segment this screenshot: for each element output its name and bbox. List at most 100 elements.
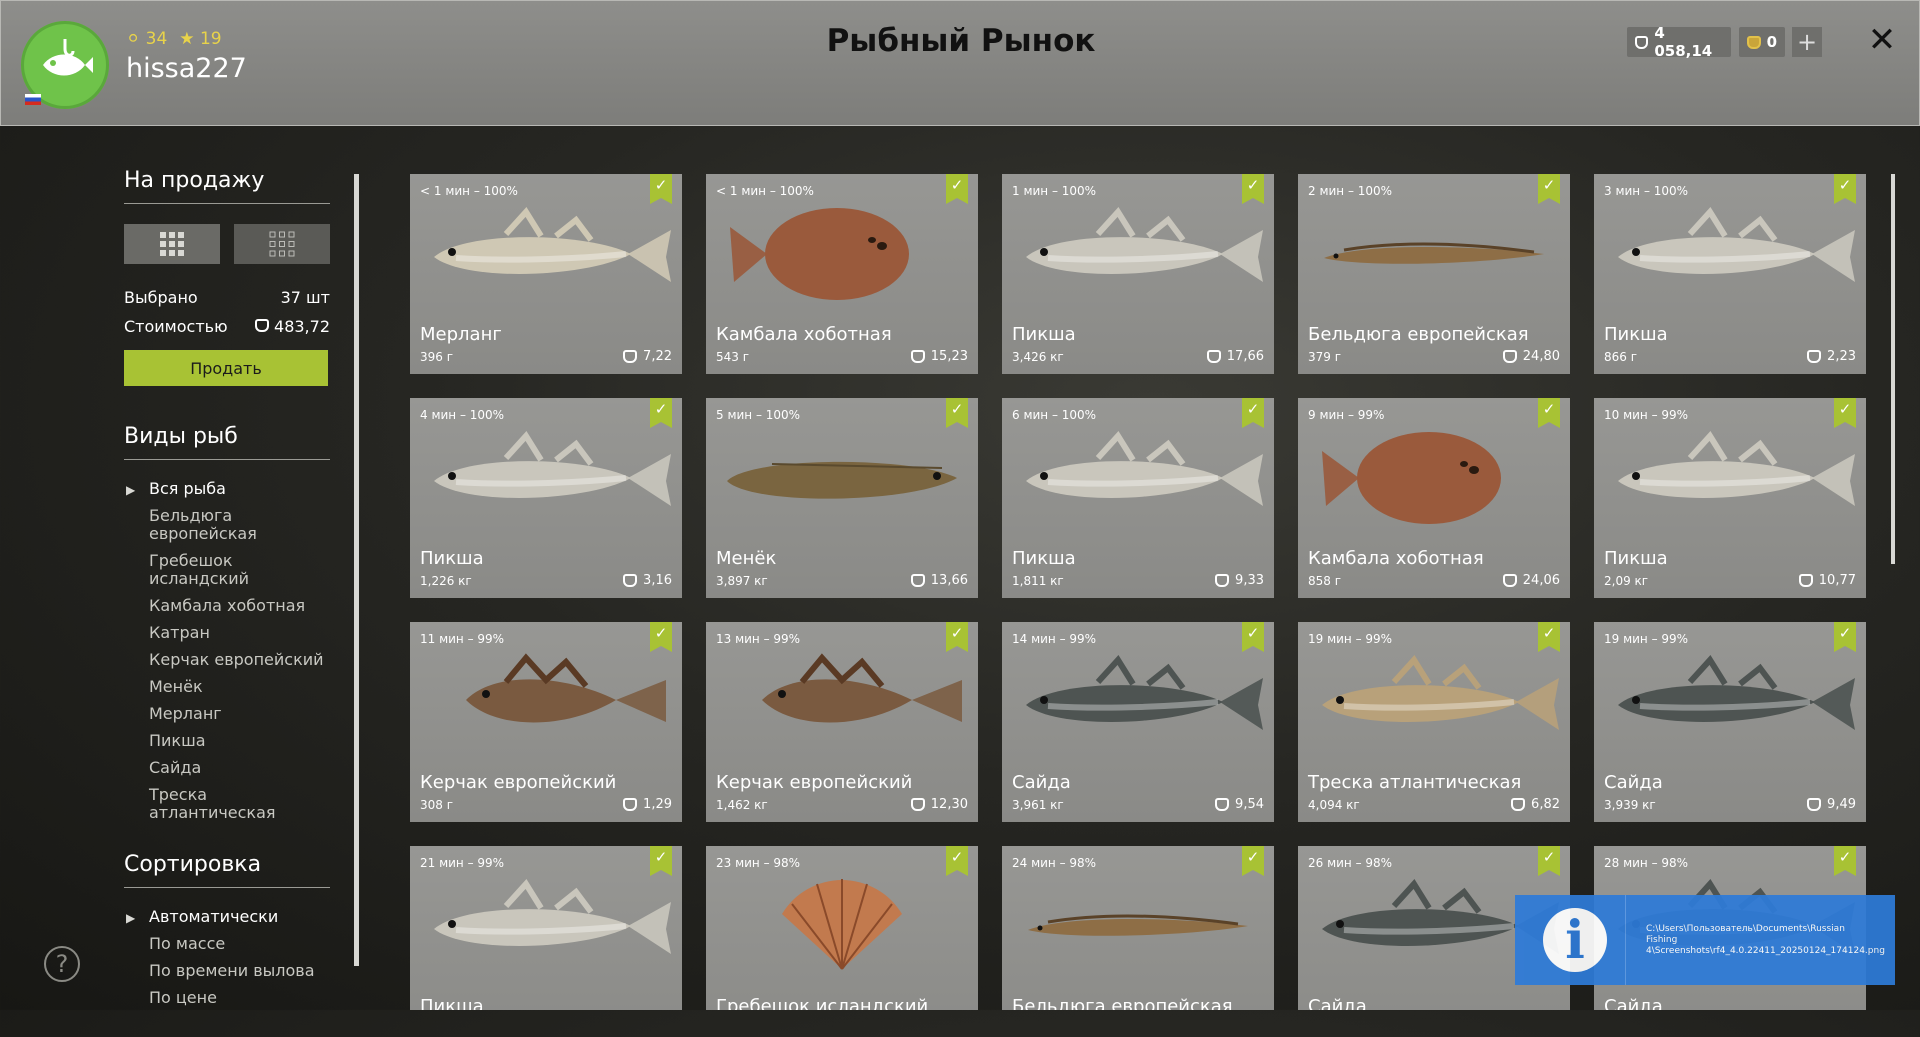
selected-check-icon[interactable]: ✓ — [650, 846, 672, 876]
selected-check-icon[interactable]: ✓ — [1834, 174, 1856, 204]
add-gold-button[interactable]: + — [1792, 27, 1822, 57]
fish-name: Сайда — [1012, 772, 1071, 793]
selected-check-icon[interactable]: ✓ — [1242, 174, 1264, 204]
fish-weight: 1,462 кг — [716, 798, 768, 812]
screenshot-notification[interactable]: i C:\Users\Пользователь\Documents\Russia… — [1515, 895, 1895, 985]
cost-row: Стоимостью 483,72 — [124, 317, 330, 336]
species-filter-item[interactable]: Мерланг — [124, 705, 330, 723]
fish-card[interactable]: < 1 мин – 100% ✓ Мерланг 396 г 7,22 — [410, 174, 682, 374]
species-filter-item[interactable]: Бельдюга европейская — [124, 507, 330, 543]
fish-price: 6,82 — [1511, 797, 1560, 812]
fish-haddock-icon — [1026, 207, 1263, 282]
fish-name: Сайда — [1604, 772, 1663, 793]
selected-check-icon[interactable]: ✓ — [1834, 846, 1856, 876]
selected-check-icon[interactable]: ✓ — [1242, 846, 1264, 876]
species-filter-item[interactable]: Треска атлантическая — [124, 786, 330, 822]
help-button[interactable]: ? — [44, 946, 80, 982]
fish-card[interactable]: < 1 мин – 100% ✓ Камбала хоботная 543 г … — [706, 174, 978, 374]
fish-card[interactable]: 23 мин – 98% ✓ Гребешок исландский — [706, 846, 978, 1010]
fish-card[interactable]: 9 мин – 99% ✓ Камбала хоботная 858 г 24,… — [1298, 398, 1570, 598]
selected-check-icon[interactable]: ✓ — [1834, 398, 1856, 428]
fish-name: Пикша — [1604, 324, 1668, 345]
catch-time: 28 мин – 98% — [1604, 856, 1689, 870]
species-filter-item[interactable]: Менёк — [124, 678, 330, 696]
fish-card[interactable]: 19 мин – 99% ✓ Сайда 3,939 кг 9,49 — [1594, 622, 1866, 822]
silver-coin-icon — [623, 574, 638, 587]
species-filter-item[interactable]: Гребешок исландский — [124, 552, 330, 588]
fish-card[interactable]: 1 мин – 100% ✓ Пикша 3,426 кг 17,66 — [1002, 174, 1274, 374]
selected-check-icon[interactable]: ✓ — [1538, 846, 1560, 876]
notification-divider — [1625, 895, 1626, 985]
selected-check-icon[interactable]: ✓ — [650, 622, 672, 652]
fish-card[interactable]: 2 мин – 100% ✓ Бельдюга европейская 379 … — [1298, 174, 1570, 374]
fish-name: Керчак европейский — [716, 772, 913, 793]
fish-card[interactable]: 19 мин – 99% ✓ Треска атлантическая 4,09… — [1298, 622, 1570, 822]
selected-check-icon[interactable]: ✓ — [1538, 174, 1560, 204]
catch-time: < 1 мин – 100% — [420, 184, 518, 198]
fish-card[interactable]: 14 мин – 99% ✓ Сайда 3,961 кг 9,54 — [1002, 622, 1274, 822]
fish-name: Сайда — [1308, 996, 1367, 1010]
fish-card[interactable]: 6 мин – 100% ✓ Пикша 1,811 кг 9,33 — [1002, 398, 1274, 598]
sort-option-item[interactable]: По времени вылова — [124, 962, 330, 980]
fish-card[interactable]: 4 мин – 100% ✓ Пикша 1,226 кг 3,16 — [410, 398, 682, 598]
notification-text: C:\Users\Пользователь\Documents\Russian … — [1646, 923, 1885, 956]
selected-check-icon[interactable]: ✓ — [650, 174, 672, 204]
sort-option-item[interactable]: Автоматически — [124, 908, 330, 928]
selected-check-icon[interactable]: ✓ — [1538, 398, 1560, 428]
species-filter-item[interactable]: Керчак европейский — [124, 651, 330, 669]
fish-card[interactable]: 11 мин – 99% ✓ Керчак европейский 308 г … — [410, 622, 682, 822]
gold-coin-icon — [1747, 35, 1761, 49]
species-filter-item[interactable]: Камбала хоботная — [124, 597, 330, 615]
view-toggle — [124, 224, 330, 264]
selected-check-icon[interactable]: ✓ — [1834, 622, 1856, 652]
for-sale-title: На продажу — [124, 168, 330, 204]
fish-weight: 866 г — [1604, 350, 1638, 364]
fish-tusk-icon — [727, 461, 957, 499]
selected-check-icon[interactable]: ✓ — [1242, 622, 1264, 652]
selected-check-icon[interactable]: ✓ — [1538, 622, 1560, 652]
silver-coin-icon — [1807, 350, 1822, 363]
silver-coin-icon — [1798, 574, 1813, 587]
fish-weight: 308 г — [420, 798, 454, 812]
sell-button[interactable]: Продать — [124, 350, 328, 386]
sort-option-item[interactable]: По массе — [124, 935, 330, 953]
cost-label: Стоимостью — [124, 317, 228, 336]
fish-weight: 1,811 кг — [1012, 574, 1064, 588]
selected-check-icon[interactable]: ✓ — [650, 398, 672, 428]
selected-check-icon[interactable]: ✓ — [946, 174, 968, 204]
species-filter-item[interactable]: Катран — [124, 624, 330, 642]
small-grid-view-button[interactable] — [234, 224, 330, 264]
fish-card[interactable]: 21 мин – 99% ✓ Пикша — [410, 846, 682, 1010]
species-filter-item[interactable]: Пикша — [124, 732, 330, 750]
catch-time: 2 мин – 100% — [1308, 184, 1393, 198]
fish-card[interactable]: 13 мин – 99% ✓ Керчак европейский 1,462 … — [706, 622, 978, 822]
sidebar-scrollbar[interactable] — [354, 174, 359, 966]
fish-merlang-icon — [434, 207, 671, 282]
large-grid-view-button[interactable] — [124, 224, 220, 264]
selected-label: Выбрано — [124, 288, 198, 307]
fish-card[interactable]: 3 мин – 100% ✓ Пикша 866 г 2,23 — [1594, 174, 1866, 374]
silver-coin-icon — [623, 798, 638, 811]
catch-time: < 1 мин – 100% — [716, 184, 814, 198]
fish-card[interactable]: 10 мин – 99% ✓ Пикша 2,09 кг 10,77 — [1594, 398, 1866, 598]
fish-price: 13,66 — [910, 573, 968, 588]
selected-check-icon[interactable]: ✓ — [946, 846, 968, 876]
fish-card[interactable]: 24 мин – 98% ✓ Бельдюга европейская — [1002, 846, 1274, 1010]
selected-check-icon[interactable]: ✓ — [1242, 398, 1264, 428]
selected-check-icon[interactable]: ✓ — [946, 622, 968, 652]
fish-weight: 4,094 кг — [1308, 798, 1360, 812]
fish-weight: 543 г — [716, 350, 750, 364]
fish-card[interactable]: 5 мин – 100% ✓ Менёк 3,897 кг 13,66 — [706, 398, 978, 598]
species-filter-item[interactable]: Вся рыба — [124, 480, 330, 500]
grid-scrollbar[interactable] — [1891, 174, 1895, 564]
fish-name: Мерланг — [420, 324, 502, 345]
cost-value: 483,72 — [274, 317, 330, 336]
fish-name: Керчак европейский — [420, 772, 617, 793]
species-filter-item[interactable]: Сайда — [124, 759, 330, 777]
fish-price: 9,49 — [1807, 797, 1856, 812]
silver-coin-icon — [1502, 350, 1517, 363]
sort-option-item[interactable]: По цене — [124, 989, 330, 1007]
close-button[interactable]: ✕ — [1865, 20, 1899, 60]
selected-check-icon[interactable]: ✓ — [946, 398, 968, 428]
fish-haddock-icon — [1618, 207, 1855, 282]
